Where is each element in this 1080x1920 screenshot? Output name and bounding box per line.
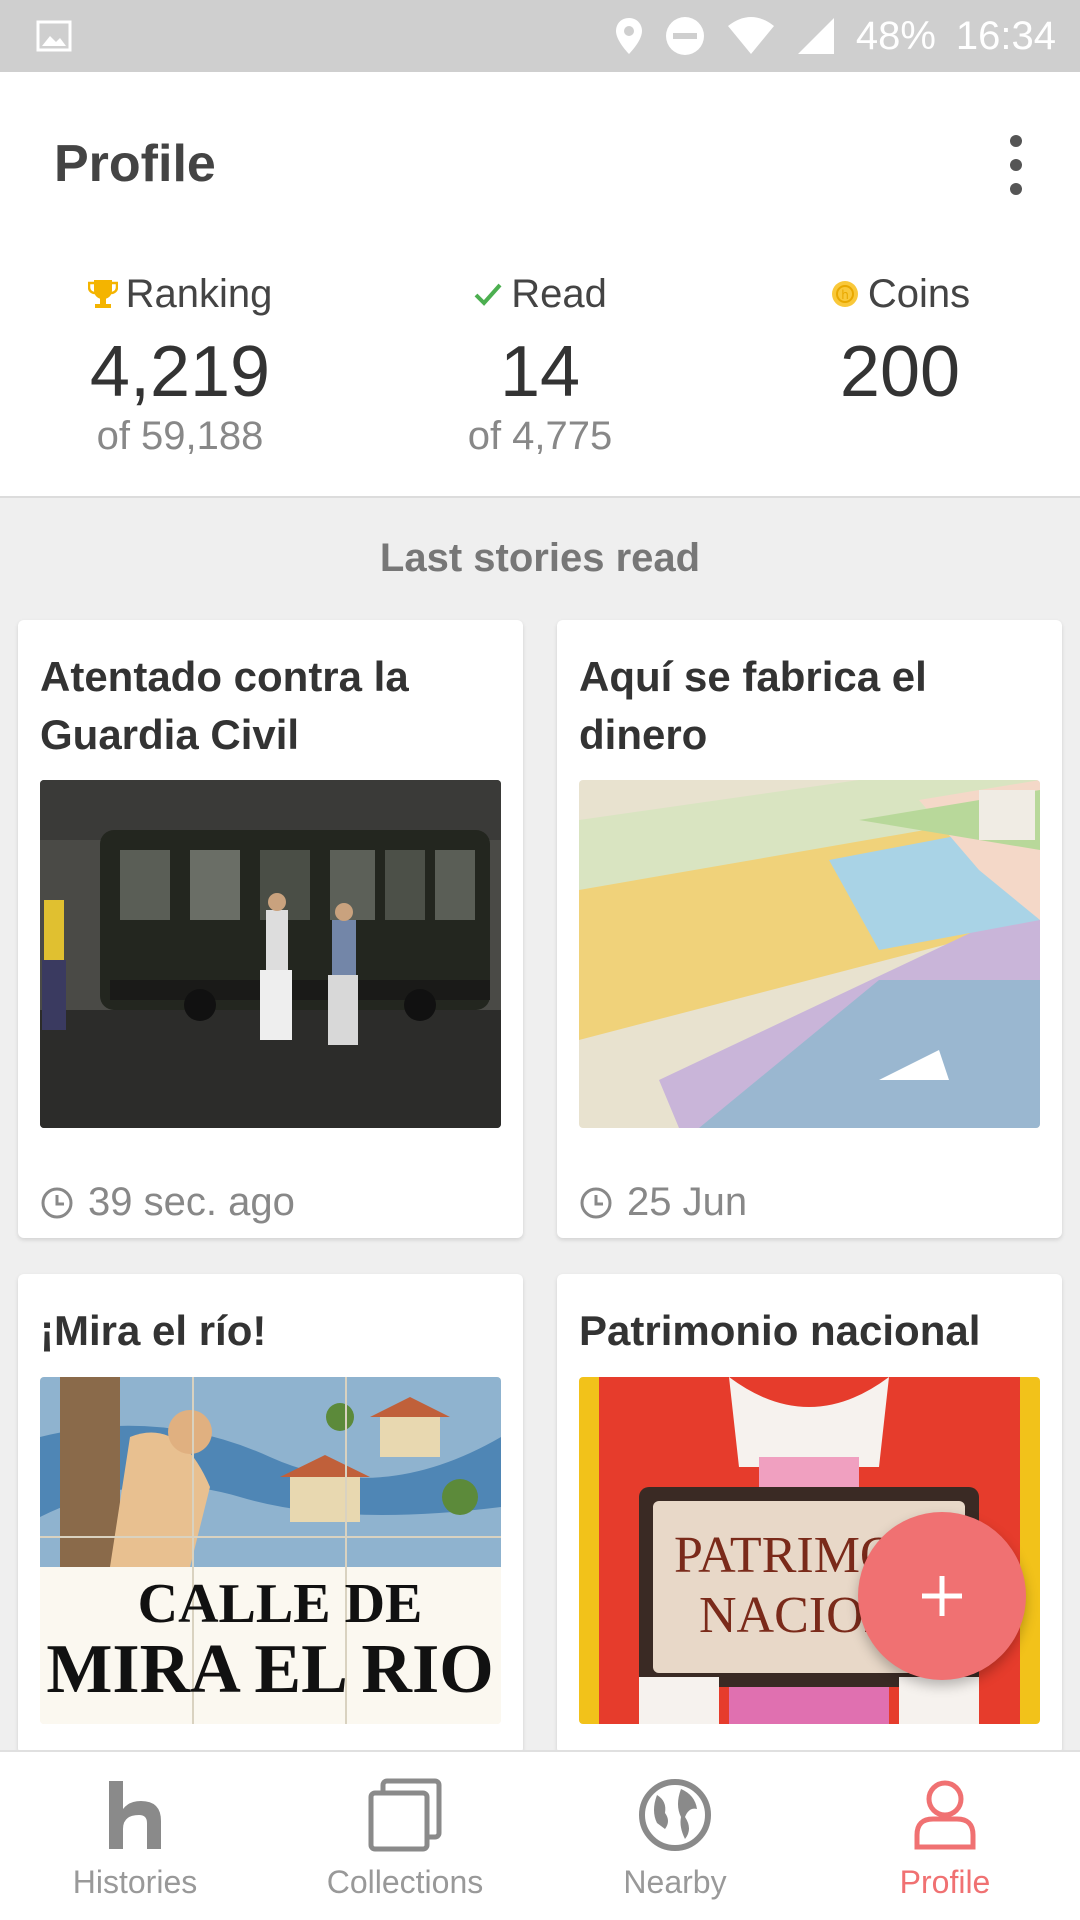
clock-icon — [41, 1187, 73, 1218]
nav-label: Collections — [326, 1864, 484, 1900]
read-value: 14 — [499, 332, 581, 412]
ranking-total: of 59,188 — [96, 414, 264, 458]
clock-icon — [580, 1187, 612, 1218]
more-vert-dot — [1010, 183, 1022, 195]
histories-icon — [109, 1781, 161, 1849]
more-vert-icon — [1010, 135, 1022, 147]
section-title: Last stories read — [379, 536, 701, 580]
app-bar: Profile — [0, 72, 1080, 222]
cell-signal-icon — [797, 18, 834, 54]
tile-line-2: MIRA EL RIO — [46, 1631, 493, 1708]
coin-icon: h — [831, 281, 858, 307]
bottom-navigation: Histories Collections Nearby Profile — [0, 1750, 1080, 1920]
read-total: of 4,775 — [467, 414, 613, 458]
image-notification-icon — [36, 20, 72, 52]
coins-label: Coins — [867, 271, 971, 316]
check-icon — [474, 283, 502, 306]
story-card[interactable]: ¡Mira el río! CALLE DE MIRA EL RIO — [18, 1274, 523, 1754]
story-image — [579, 780, 1040, 1128]
collections-icon — [368, 1778, 442, 1852]
profile-stats: Ranking 4,219 of 59,188 Read 14 of 4,775… — [0, 222, 1080, 498]
coins-value: 200 — [839, 332, 961, 412]
story-title: Patrimonio nacional — [579, 1307, 981, 1354]
trophy-icon — [87, 280, 118, 308]
more-vert-dot — [1010, 159, 1022, 171]
nav-nearby[interactable]: Nearby — [540, 1752, 810, 1920]
coins-stat: h Coins 200 — [720, 270, 1080, 410]
user-icon — [914, 1780, 976, 1850]
story-title: Aquí se fabrica el dinero — [579, 653, 927, 758]
read-label: Read — [511, 271, 607, 316]
page-title: Profile — [54, 135, 216, 193]
status-bar: 48% 16:34 — [0, 0, 1080, 72]
ranking-stat: Ranking 4,219 of 59,188 — [0, 270, 360, 459]
add-button[interactable] — [858, 1512, 1026, 1680]
svg-text:h: h — [841, 288, 849, 302]
nav-label: Nearby — [623, 1864, 727, 1900]
clock: 16:34 — [955, 13, 1056, 58]
nav-label: Histories — [72, 1864, 198, 1900]
overflow-menu-button[interactable] — [996, 120, 1036, 210]
battery-level: 48% — [855, 13, 936, 58]
ranking-value: 4,219 — [89, 332, 271, 412]
nav-collections[interactable]: Collections — [270, 1752, 540, 1920]
globe-icon — [639, 1779, 711, 1851]
nav-label: Profile — [899, 1864, 991, 1900]
story-card[interactable]: Patrimonio nacional PATRIMO NACION — [557, 1274, 1062, 1754]
plus-icon — [922, 1576, 962, 1616]
tile-line-1: CALLE DE — [138, 1573, 423, 1635]
story-meta: 39 sec. ago — [40, 1180, 295, 1225]
story-title: Atentado contra la Guardia Civil — [40, 653, 409, 758]
wifi-icon — [727, 17, 774, 54]
location-icon — [615, 18, 642, 54]
do-not-disturb-icon — [665, 17, 704, 55]
nav-profile[interactable]: Profile — [810, 1752, 1080, 1920]
story-image: CALLE DE MIRA EL RIO — [40, 1377, 501, 1724]
ranking-label: Ranking — [125, 271, 273, 316]
story-card[interactable]: Atentado contra la Guardia Civil 39 sec.… — [18, 620, 523, 1238]
story-meta: 25 Jun — [579, 1180, 747, 1225]
nav-histories[interactable]: Histories — [0, 1752, 270, 1920]
story-image — [40, 780, 501, 1128]
story-time: 25 Jun — [627, 1180, 748, 1224]
story-title: ¡Mira el río! — [40, 1307, 267, 1354]
story-card[interactable]: Aquí se fabrica el dinero 25 Jun — [557, 620, 1062, 1238]
read-stat: Read 14 of 4,775 — [360, 270, 720, 459]
story-time: 39 sec. ago — [88, 1180, 295, 1224]
